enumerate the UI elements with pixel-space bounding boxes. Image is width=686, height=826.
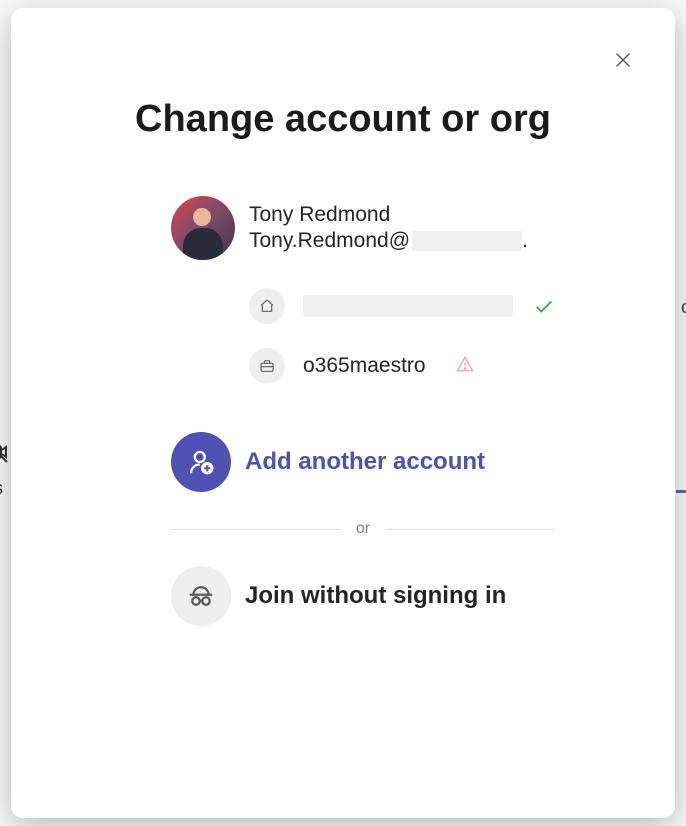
org-item-home[interactable] — [249, 288, 555, 324]
change-account-modal: Change account or org Tony Redmond Tony.… — [11, 8, 675, 818]
join-anonymous-label: Join without signing in — [245, 582, 506, 610]
account-email: Tony.Redmond@ . — [249, 229, 528, 253]
incognito-icon — [171, 566, 231, 626]
email-redacted — [412, 231, 522, 251]
org-name: o365maestro — [303, 354, 426, 378]
close-icon — [612, 49, 634, 71]
account-name: Tony Redmond — [249, 203, 528, 227]
add-account-label: Add another account — [245, 448, 485, 476]
home-icon — [249, 288, 285, 324]
org-name-redacted — [303, 295, 513, 317]
checkmark-icon — [533, 295, 555, 317]
backdrop-accent — [676, 490, 686, 493]
org-item-work[interactable]: o365maestro — [249, 348, 555, 384]
divider-label: or — [356, 520, 370, 538]
email-suffix: . — [522, 229, 528, 253]
camera-off-icon — [0, 440, 9, 470]
add-account-button[interactable]: Add another account — [171, 432, 555, 492]
divider-line-left — [171, 529, 340, 530]
account-info: Tony Redmond Tony.Redmond@ . — [249, 203, 528, 253]
avatar — [171, 196, 235, 260]
briefcase-icon — [249, 348, 285, 384]
join-anonymous-button[interactable]: Join without signing in — [171, 566, 555, 626]
backdrop-text-right: o — [681, 297, 686, 318]
email-prefix: Tony.Redmond@ — [249, 229, 410, 253]
modal-title: Change account or org — [51, 98, 635, 141]
backdrop-text-left: is — [0, 478, 3, 499]
warning-icon — [456, 355, 474, 378]
modal-content: Tony Redmond Tony.Redmond@ . — [51, 196, 635, 626]
divider-line-right — [386, 529, 555, 530]
account-row[interactable]: Tony Redmond Tony.Redmond@ . — [171, 196, 555, 260]
close-button[interactable] — [611, 48, 635, 72]
divider: or — [171, 520, 555, 538]
add-person-icon — [171, 432, 231, 492]
org-list: o365maestro — [249, 288, 555, 384]
